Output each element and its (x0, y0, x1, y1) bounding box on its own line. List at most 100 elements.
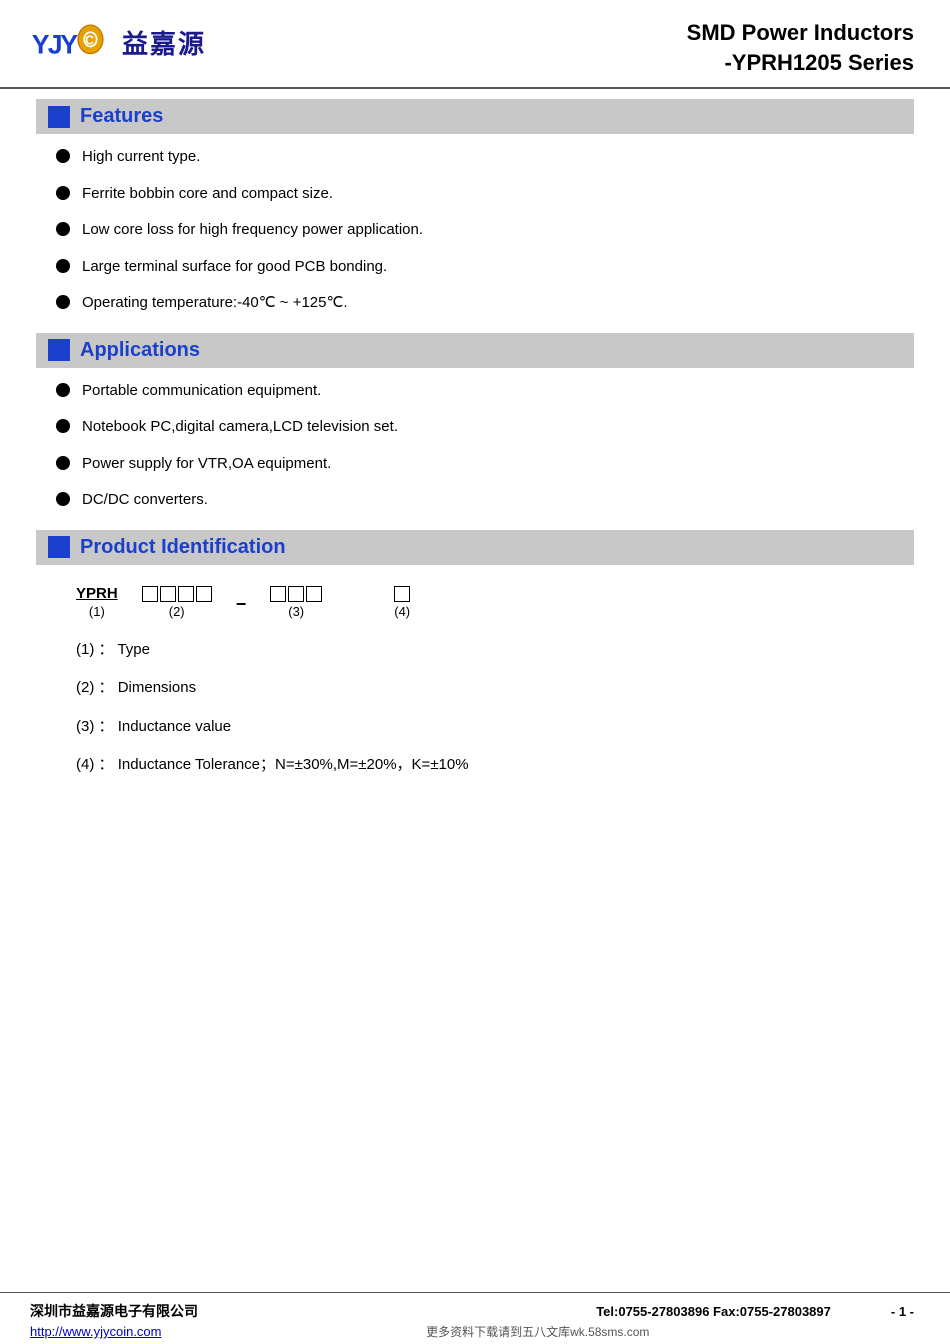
app-item-3: Power supply for VTR,OA equipment. (82, 453, 331, 476)
pid-code: YPRH (76, 585, 118, 602)
product-id-header: Product Identification (36, 530, 914, 565)
svg-text:Y: Y (60, 30, 78, 60)
feature-item-3: Low core loss for high frequency power a… (82, 219, 423, 242)
footer-row1: 深圳市益嘉源电子有限公司 Tel:0755-27803896 Fax:0755-… (30, 1301, 914, 1321)
pid-group-1: YPRH (1) (76, 585, 118, 619)
footer-contact: Tel:0755-27803896 Fax:0755-27803897 (596, 1304, 831, 1319)
pid-num-2: (2) (169, 604, 185, 619)
feature-item-1: High current type. (82, 146, 200, 169)
footer-row2: http://www.yjycoin.com 更多资料下载请到五八文库wk.58… (30, 1323, 914, 1340)
pid-box (142, 586, 158, 602)
applications-square-icon (48, 339, 70, 361)
applications-list: Portable communication equipment. Notebo… (56, 380, 914, 512)
list-item: Operating temperature:-40℃ ~ +125℃. (56, 292, 914, 315)
product-id-diagram: YPRH (1) (2) − (76, 585, 914, 619)
pid-detail-row-1: (1) ： Type (76, 639, 914, 662)
app-item-2: Notebook PC,digital camera,LCD televisio… (82, 416, 398, 439)
pid-detail-desc-4: Inductance Tolerance；N=±30%,M=±20%，K=±10… (118, 756, 469, 773)
pid-detail-row-3: (3) ： Inductance value (76, 716, 914, 739)
applications-header: Applications (36, 333, 914, 368)
feature-item-5: Operating temperature:-40℃ ~ +125℃. (82, 292, 348, 315)
list-item: Large terminal surface for good PCB bond… (56, 256, 914, 279)
list-item: High current type. (56, 146, 914, 169)
pid-dash-group: − (236, 594, 247, 619)
pid-detail-colon-4: ： (99, 756, 114, 773)
title-line2: -YPRH1205 Series (687, 48, 914, 78)
pid-box (160, 586, 176, 602)
pid-detail-num-1: (1) (76, 641, 94, 658)
features-list: High current type. Ferrite bobbin core a… (56, 146, 914, 315)
feature-item-4: Large terminal surface for good PCB bond… (82, 256, 387, 279)
pid-boxes-4 (394, 586, 410, 602)
pid-detail-desc-3: Inductance value (118, 718, 231, 735)
pid-num-1: (1) (89, 604, 105, 619)
list-item: Power supply for VTR,OA equipment. (56, 453, 914, 476)
list-item: Ferrite bobbin core and compact size. (56, 183, 914, 206)
pid-details: (1) ： Type (2) ： Dimensions (3) ： Induct… (76, 639, 914, 777)
product-id-title: Product Identification (80, 536, 286, 559)
features-header: Features (36, 99, 914, 134)
bullet-icon (56, 295, 70, 309)
pid-detail-row-2: (2) ： Dimensions (76, 677, 914, 700)
title-line1: SMD Power Inductors (687, 18, 914, 48)
logo-area: Y J Y C 益嘉源 (30, 18, 206, 66)
pid-box (196, 586, 212, 602)
pid-boxes-3 (270, 586, 322, 602)
pid-boxes-2 (142, 586, 212, 602)
applications-section: Applications Portable communication equi… (36, 333, 914, 512)
page-wrapper: Y J Y C 益嘉源 SMD Power Inductors -YPRH120… (0, 0, 950, 1344)
bullet-icon (56, 149, 70, 163)
footer-page: - 1 - (891, 1304, 914, 1319)
bullet-icon (56, 186, 70, 200)
features-title: Features (80, 105, 163, 128)
pid-box (306, 586, 322, 602)
bullet-icon (56, 383, 70, 397)
pid-group-3: (3) (270, 586, 322, 619)
main-content: Features High current type. Ferrite bobb… (0, 89, 950, 1292)
logo-icon: Y J Y C (30, 18, 110, 66)
footer-url[interactable]: http://www.yjycoin.com (30, 1324, 162, 1339)
pid-box (288, 586, 304, 602)
feature-item-2: Ferrite bobbin core and compact size. (82, 183, 333, 206)
bullet-icon (56, 259, 70, 273)
applications-title: Applications (80, 339, 200, 362)
header: Y J Y C 益嘉源 SMD Power Inductors -YPRH120… (0, 0, 950, 89)
footer-company: 深圳市益嘉源电子有限公司 (30, 1301, 198, 1321)
features-square-icon (48, 106, 70, 128)
pid-dash: − (236, 594, 247, 615)
pid-detail-desc-1: Type (117, 641, 150, 658)
pid-detail-num-2: (2) (76, 679, 94, 696)
app-item-1: Portable communication equipment. (82, 380, 321, 403)
pid-num-4: (4) (394, 604, 410, 619)
list-item: Portable communication equipment. (56, 380, 914, 403)
pid-detail-desc-2: Dimensions (118, 679, 196, 696)
app-item-4: DC/DC converters. (82, 489, 208, 512)
list-item: Notebook PC,digital camera,LCD televisio… (56, 416, 914, 439)
pid-box (178, 586, 194, 602)
pid-detail-colon-2: ： (99, 679, 114, 696)
list-item: DC/DC converters. (56, 489, 914, 512)
pid-group-4: (4) (394, 586, 410, 619)
pid-detail-colon-1: ： (99, 641, 114, 658)
bullet-icon (56, 492, 70, 506)
pid-num-3: (3) (288, 604, 304, 619)
pid-detail-num-3: (3) (76, 718, 94, 735)
bullet-icon (56, 222, 70, 236)
pid-box (394, 586, 410, 602)
pid-group-2: (2) (142, 586, 212, 619)
bullet-icon (56, 456, 70, 470)
pid-prefix-label: YPRH (76, 585, 118, 602)
product-id-square-icon (48, 536, 70, 558)
list-item: Low core loss for high frequency power a… (56, 219, 914, 242)
footer: 深圳市益嘉源电子有限公司 Tel:0755-27803896 Fax:0755-… (0, 1292, 950, 1344)
bullet-icon (56, 419, 70, 433)
footer-watermark: 更多资料下载请到五八文库wk.58sms.com (162, 1323, 915, 1340)
header-title: SMD Power Inductors -YPRH1205 Series (687, 18, 914, 77)
pid-detail-num-4: (4) (76, 756, 94, 773)
features-section: Features High current type. Ferrite bobb… (36, 99, 914, 315)
pid-box (270, 586, 286, 602)
pid-detail-row-4: (4) ： Inductance Tolerance；N=±30%,M=±20%… (76, 754, 914, 777)
pid-detail-colon-3: ： (99, 718, 114, 735)
product-id-section: Product Identification YPRH (1) (36, 530, 914, 777)
logo-text-cn: 益嘉源 (122, 24, 206, 61)
